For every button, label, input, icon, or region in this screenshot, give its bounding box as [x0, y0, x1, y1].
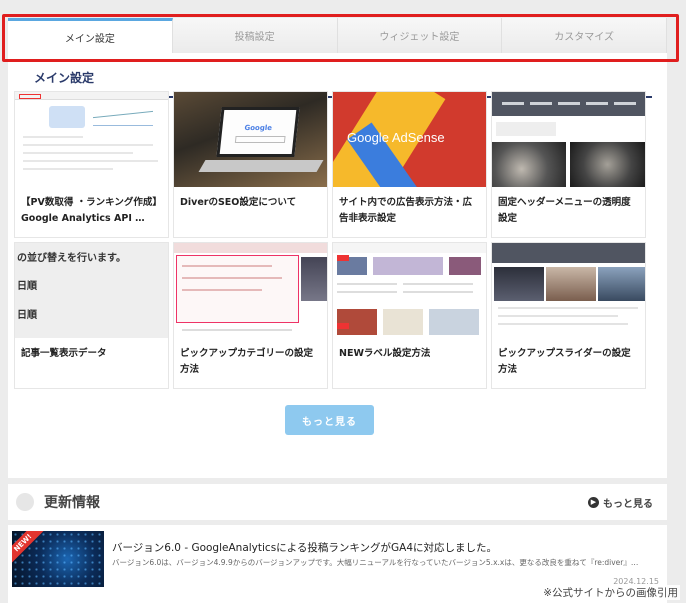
- article-card[interactable]: ピックアップカテゴリーの設定方法: [173, 242, 328, 389]
- card-title[interactable]: 記事一覧表示データ: [15, 338, 168, 388]
- article-card[interactable]: DiverのSEO設定について: [173, 91, 328, 238]
- circle-icon: [16, 493, 34, 511]
- news-excerpt: バージョン6.0は、バージョン4.9.9からのバージョンアップです。大幅リニュー…: [112, 558, 639, 567]
- updates-more-link[interactable]: ▶ もっと見る: [588, 495, 653, 510]
- source-note: ※公式サイトからの画像引用: [541, 585, 680, 600]
- article-card[interactable]: 【PV数取得 ・ランキング作成】Google Analytics API …: [14, 91, 169, 238]
- pickup-slider-thumbnail: [492, 243, 645, 338]
- article-grid: 【PV数取得 ・ランキング作成】Google Analytics API … D…: [14, 91, 654, 389]
- article-card[interactable]: 固定ヘッダーメニューの透明度設定: [491, 91, 646, 238]
- adsense-thumbnail: Google AdSense: [333, 92, 486, 187]
- chevron-right-icon: ▶: [588, 496, 599, 508]
- article-card[interactable]: の並び替えを行います。 日順 日順 記事一覧表示データ: [14, 242, 169, 389]
- article-card[interactable]: Google AdSense サイト内での広告表示方法・広告非表示設定: [332, 91, 487, 238]
- news-title[interactable]: バージョン6.0 - GoogleAnalyticsによる投稿ランキングがGA4…: [112, 540, 497, 555]
- new-label-thumbnail: [333, 243, 486, 338]
- card-title[interactable]: DiverのSEO設定について: [174, 187, 327, 237]
- article-list-thumbnail: の並び替えを行います。 日順 日順: [15, 243, 168, 338]
- thumb-text: 日順: [17, 310, 37, 321]
- card-title[interactable]: サイト内での広告表示方法・広告非表示設定: [333, 187, 486, 237]
- card-title[interactable]: ピックアップカテゴリーの設定方法: [174, 338, 327, 388]
- updates-more-label[interactable]: もっと見る: [603, 495, 653, 510]
- thumb-text: の並び替えを行います。: [17, 253, 126, 264]
- card-title[interactable]: ピックアップスライダーの設定方法: [492, 338, 645, 388]
- card-title[interactable]: 固定ヘッダーメニューの透明度設定: [492, 187, 645, 237]
- updates-title: 更新情報: [44, 495, 100, 511]
- article-card[interactable]: NEWラベル設定方法: [332, 242, 487, 389]
- adsense-logo-text: Google AdSense: [347, 130, 445, 145]
- fixed-header-thumbnail: [492, 92, 645, 187]
- thumb-text: 日順: [17, 281, 37, 292]
- news-thumbnail: NEW!: [12, 531, 104, 587]
- screenshot-thumbnail: [15, 92, 168, 187]
- laptop-photo-thumbnail: [174, 92, 327, 187]
- card-title[interactable]: 【PV数取得 ・ランキング作成】Google Analytics API …: [15, 187, 168, 237]
- updates-header: 更新情報 ▶ もっと見る: [8, 484, 667, 520]
- card-title[interactable]: NEWラベル設定方法: [333, 338, 486, 388]
- pickup-category-thumbnail: [174, 243, 327, 338]
- highlight-box: [2, 14, 679, 62]
- more-button[interactable]: もっと見る: [285, 405, 374, 435]
- article-card[interactable]: ピックアップスライダーの設定方法: [491, 242, 646, 389]
